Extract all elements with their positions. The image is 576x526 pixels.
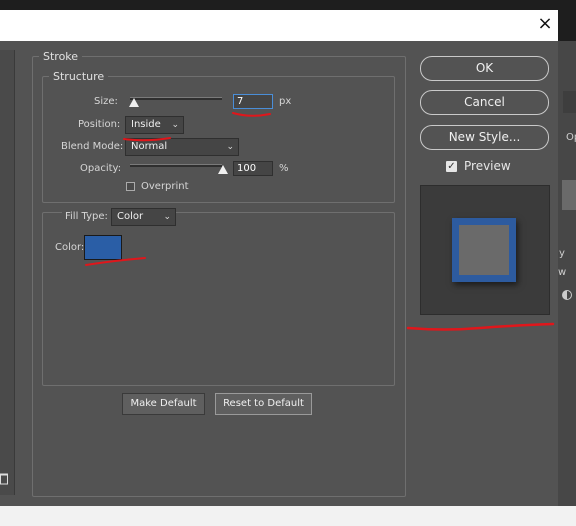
red-annotation-marks [85, 112, 555, 331]
